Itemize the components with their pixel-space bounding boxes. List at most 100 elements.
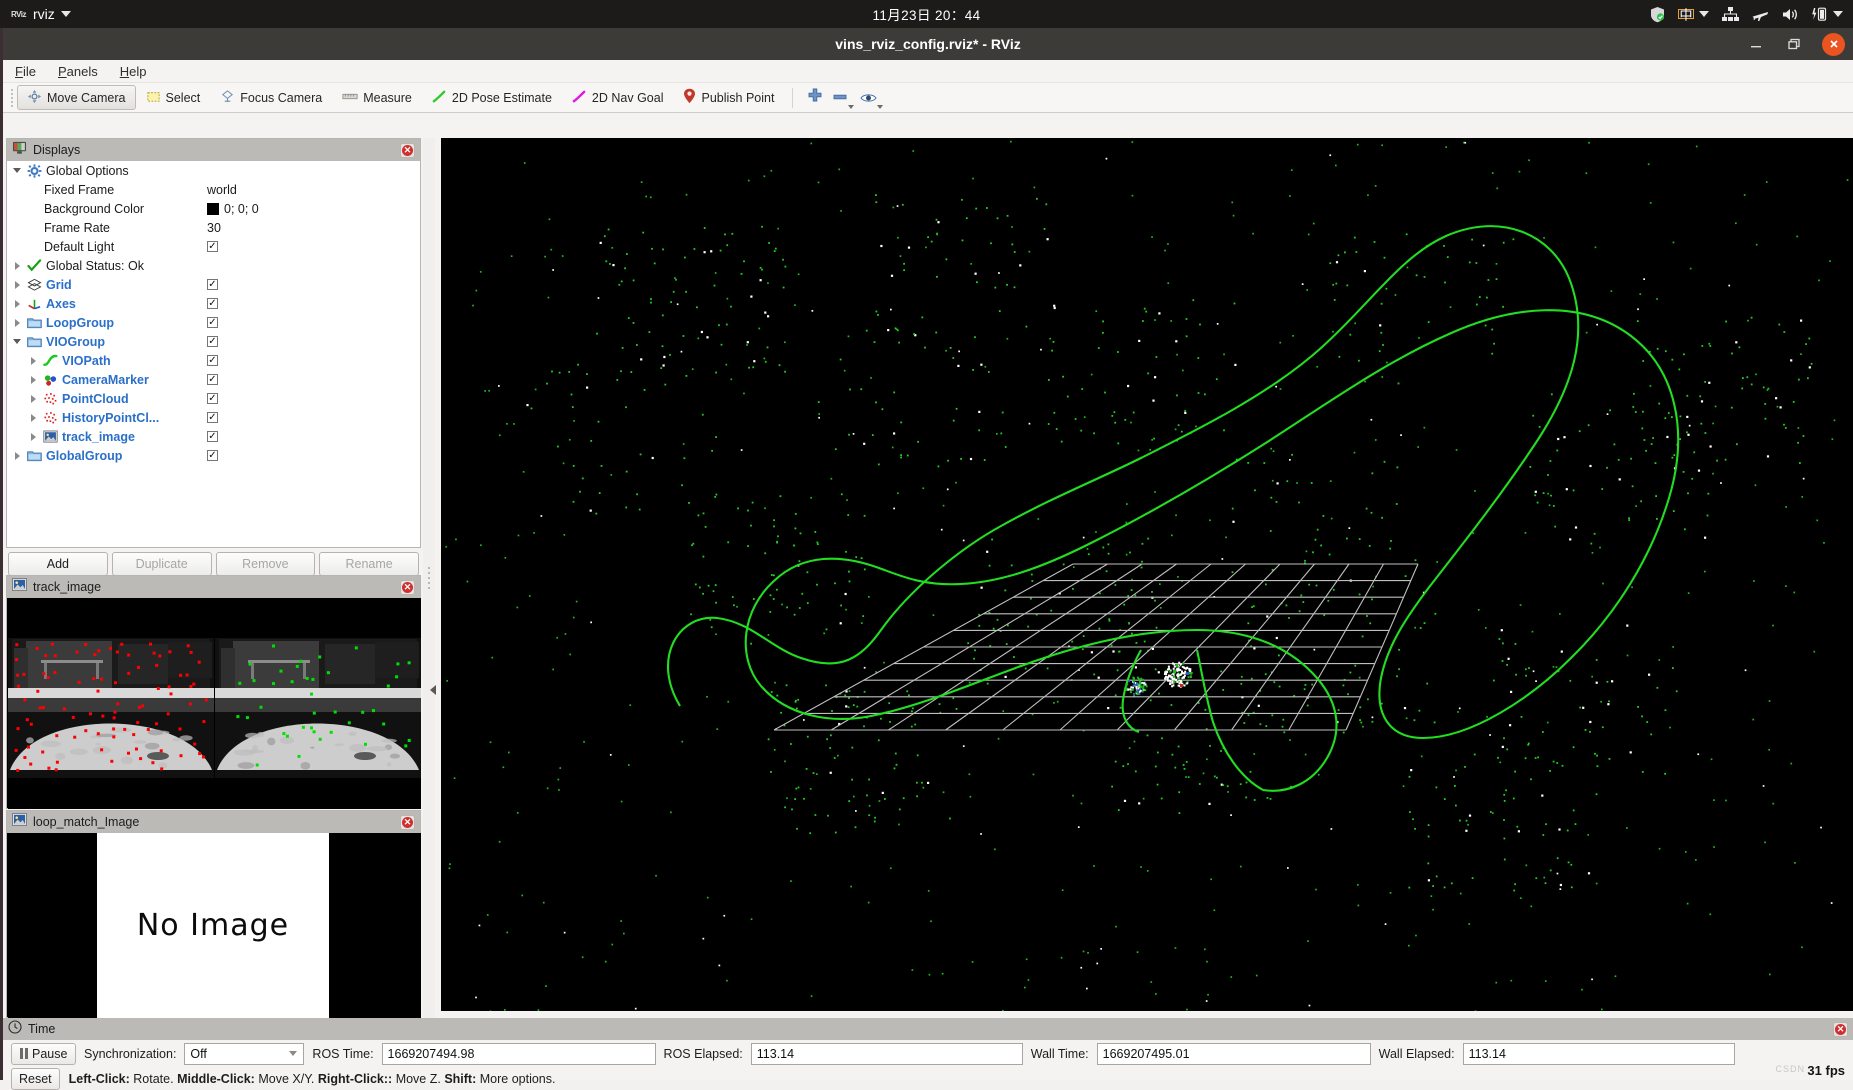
chevron-down-icon[interactable] xyxy=(1699,11,1709,17)
tree-item-grid[interactable]: Grid✓ xyxy=(7,275,420,294)
3d-render-view[interactable] xyxy=(441,138,1853,1011)
tool-2d-nav-goal[interactable]: 2D Nav Goal xyxy=(562,85,674,110)
close-button[interactable] xyxy=(1822,33,1845,56)
tool-2d-nav-goal-label: 2D Nav Goal xyxy=(592,91,664,105)
tree-item-checkbox[interactable]: ✓ xyxy=(207,298,218,309)
tree-item-viogroup[interactable]: VIOGroup✓ xyxy=(7,332,420,351)
collapse-arrow-icon[interactable] xyxy=(9,168,25,173)
add-tool-button[interactable] xyxy=(801,85,829,110)
menu-help[interactable]: Help xyxy=(120,64,147,79)
tree-item-checkbox[interactable]: ✓ xyxy=(207,450,218,461)
remove-tool-button[interactable] xyxy=(829,85,857,110)
tree-item-checkbox[interactable]: ✓ xyxy=(207,241,218,252)
tool-measure[interactable]: Measure xyxy=(332,85,422,110)
maximize-button[interactable] xyxy=(1784,34,1804,54)
tree-item-checkbox[interactable]: ✓ xyxy=(207,279,218,290)
expand-arrow-icon[interactable] xyxy=(25,376,41,384)
battery-icon[interactable] xyxy=(1812,6,1843,22)
wall-time-field[interactable]: 1669207495.01 xyxy=(1097,1043,1371,1065)
add-button[interactable]: Add xyxy=(8,552,108,576)
tree-item-axes[interactable]: Axes✓ xyxy=(7,294,420,313)
tree-item-global-status-ok[interactable]: Global Status: Ok xyxy=(7,256,420,275)
tree-item-viopath[interactable]: VIOPath✓ xyxy=(7,351,420,370)
airplane-mode-icon[interactable] xyxy=(1752,7,1769,22)
tree-item-pointcloud[interactable]: PointCloud✓ xyxy=(7,389,420,408)
tree-item-checkbox[interactable]: ✓ xyxy=(207,393,218,404)
chevron-down-icon[interactable] xyxy=(1833,11,1843,17)
dock-splitter[interactable] xyxy=(423,138,435,1018)
track-image-canvas[interactable] xyxy=(8,598,421,809)
rename-button[interactable]: Rename xyxy=(319,552,419,576)
tree-item-cameramarker[interactable]: CameraMarker✓ xyxy=(7,370,420,389)
shield-icon[interactable] xyxy=(1650,6,1665,23)
tree-item-background-color[interactable]: Background Color0; 0; 0 xyxy=(7,199,420,218)
expand-arrow-icon[interactable] xyxy=(9,262,25,270)
expand-arrow-icon[interactable] xyxy=(25,414,41,422)
ros-time-field[interactable]: 1669207494.98 xyxy=(382,1043,656,1065)
hint-left-value: Rotate. xyxy=(133,1072,173,1086)
ubuntu-clock[interactable]: 11月23日 20：44 xyxy=(0,0,1853,28)
tree-item-label: Global Options xyxy=(46,164,129,178)
tool-select[interactable]: Select xyxy=(136,85,211,110)
expand-arrow-icon[interactable] xyxy=(9,281,25,289)
close-icon[interactable]: ✕ xyxy=(1833,1022,1848,1037)
loop-match-canvas[interactable]: No Image xyxy=(8,833,421,1018)
displays-button-row: Add Duplicate Remove Rename xyxy=(6,550,421,578)
hint-shift-label: Shift: xyxy=(444,1072,476,1086)
chevron-down-icon[interactable] xyxy=(877,105,883,109)
expand-arrow-icon[interactable] xyxy=(25,395,41,403)
tree-item-default-light[interactable]: Default Light✓ xyxy=(7,237,420,256)
tree-item-checkbox[interactable]: ✓ xyxy=(207,374,218,385)
reset-button[interactable]: Reset xyxy=(11,1068,60,1090)
tree-item-color-value[interactable]: 0; 0; 0 xyxy=(207,202,259,216)
tool-2d-pose-estimate[interactable]: 2D Pose Estimate xyxy=(422,85,562,110)
duplicate-button[interactable]: Duplicate xyxy=(112,552,212,576)
tree-item-global-options[interactable]: Global Options xyxy=(7,161,420,180)
tree-item-checkbox[interactable]: ✓ xyxy=(207,355,218,366)
toolbar-drag-handle[interactable] xyxy=(7,87,17,109)
tree-item-value[interactable]: 30 xyxy=(207,221,221,235)
tree-item-value[interactable]: world xyxy=(207,183,237,197)
network-icon[interactable] xyxy=(1722,7,1739,22)
close-icon[interactable]: ✕ xyxy=(400,815,415,830)
splitter-grip[interactable] xyxy=(428,567,430,589)
tree-item-checkbox[interactable]: ✓ xyxy=(207,317,218,328)
menu-panels[interactable]: Panels xyxy=(58,64,98,79)
tool-focus-camera[interactable]: Focus Camera xyxy=(210,85,332,110)
expand-arrow-icon[interactable] xyxy=(9,319,25,327)
wall-elapsed-field[interactable]: 113.14 xyxy=(1463,1043,1735,1065)
tree-item-checkbox[interactable]: ✓ xyxy=(207,336,218,347)
synchronization-select[interactable]: Off xyxy=(184,1043,304,1065)
wall-elapsed-label: Wall Elapsed: xyxy=(1379,1047,1455,1061)
close-icon[interactable]: ✕ xyxy=(400,580,415,595)
collapse-arrow-icon[interactable] xyxy=(9,339,25,344)
tree-item-fixed-frame[interactable]: Fixed Frameworld xyxy=(7,180,420,199)
grid-icon xyxy=(25,278,43,292)
stereo-feature-image xyxy=(8,598,421,809)
close-icon[interactable]: ✕ xyxy=(400,143,415,158)
expand-arrow-icon[interactable] xyxy=(9,300,25,308)
tree-item-frame-rate[interactable]: Frame Rate30 xyxy=(7,218,420,237)
expand-arrow-icon[interactable] xyxy=(25,433,41,441)
chevron-down-icon[interactable] xyxy=(848,105,854,109)
pause-button[interactable]: Pause xyxy=(11,1043,76,1065)
left-dock: Displays ✕ Global OptionsFixed Frameworl… xyxy=(6,138,421,1018)
ros-elapsed-field[interactable]: 113.14 xyxy=(751,1043,1023,1065)
tree-item-globalgroup[interactable]: GlobalGroup✓ xyxy=(7,446,420,465)
menu-file[interactable]: File xyxy=(15,64,36,79)
tree-item-loopgroup[interactable]: LoopGroup✓ xyxy=(7,313,420,332)
remove-button[interactable]: Remove xyxy=(216,552,316,576)
tree-item-historypointcl[interactable]: HistoryPointCl...✓ xyxy=(7,408,420,427)
tree-item-checkbox[interactable]: ✓ xyxy=(207,431,218,442)
tool-publish-point[interactable]: Publish Point xyxy=(673,85,784,110)
tree-item-checkbox[interactable]: ✓ xyxy=(207,412,218,423)
collapse-arrow-icon[interactable] xyxy=(430,685,436,695)
minimize-button[interactable] xyxy=(1746,34,1766,54)
expand-arrow-icon[interactable] xyxy=(9,452,25,460)
tree-item-track-image[interactable]: track_image✓ xyxy=(7,427,420,446)
tool-move-camera[interactable]: Move Camera xyxy=(17,85,136,110)
volume-icon[interactable] xyxy=(1782,7,1799,22)
input-method-zh-icon[interactable]: 中 xyxy=(1678,6,1709,22)
expand-arrow-icon[interactable] xyxy=(25,357,41,365)
visibility-tool-button[interactable] xyxy=(857,85,885,110)
